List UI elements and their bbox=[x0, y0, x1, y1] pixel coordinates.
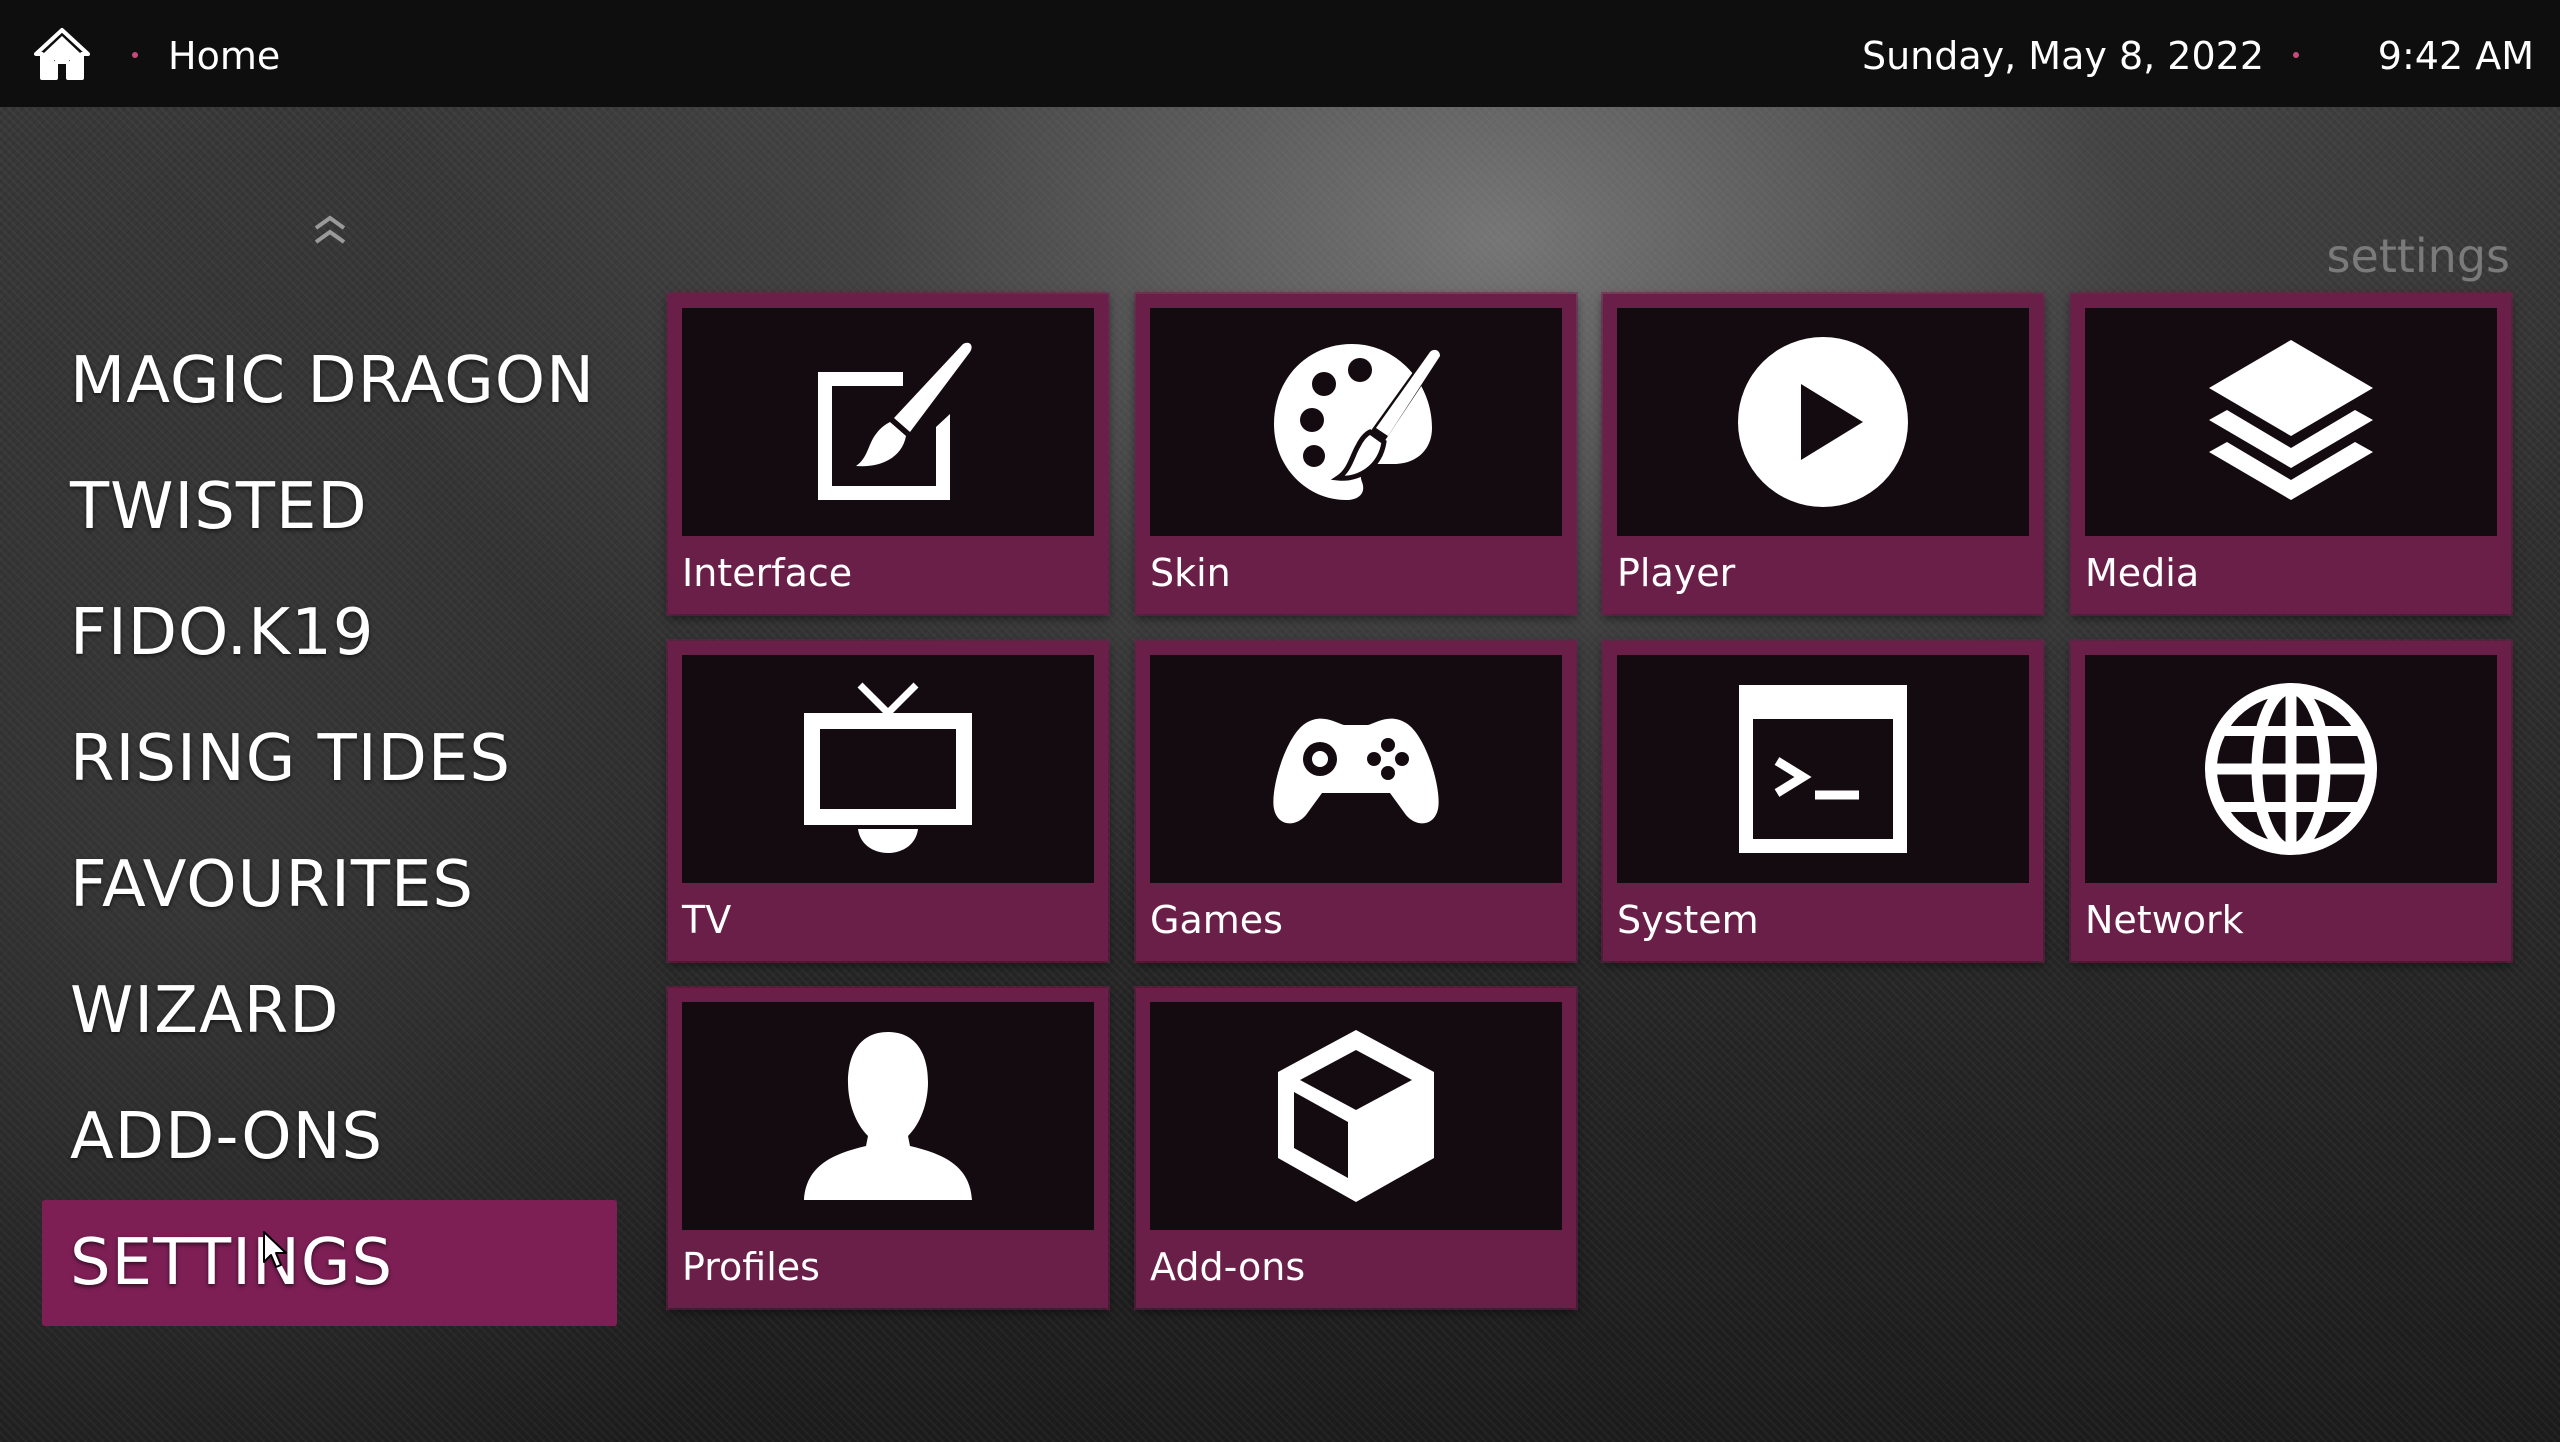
mouse-pointer-icon bbox=[263, 1231, 287, 1268]
tile-skin[interactable]: Skin bbox=[1136, 294, 1576, 614]
globe-icon bbox=[2205, 683, 2377, 855]
tile-network[interactable]: Network bbox=[2071, 641, 2511, 961]
tile-media[interactable]: Media bbox=[2071, 294, 2511, 614]
breadcrumb: Home bbox=[168, 34, 281, 78]
menu-item-fido-k19[interactable]: FIDO.K19 bbox=[42, 570, 617, 696]
tile-label: Profiles bbox=[682, 1245, 820, 1289]
layers-icon bbox=[2209, 340, 2373, 500]
menu-item-twisted[interactable]: TWISTED bbox=[42, 444, 617, 570]
separator-dot bbox=[2293, 52, 2299, 58]
tile-system[interactable]: System bbox=[1603, 641, 2043, 961]
menu-item-magic-dragon[interactable]: MAGIC DRAGON bbox=[42, 318, 617, 444]
top-bar: Home Sunday, May 8, 2022 9:42 AM bbox=[0, 0, 2560, 107]
kodi-home-screen: Home Sunday, May 8, 2022 9:42 AM MAGIC D… bbox=[0, 0, 2560, 1442]
menu-item-settings[interactable]: SETTINGS bbox=[42, 1200, 617, 1326]
user-icon bbox=[804, 1032, 972, 1200]
menu-item-label: ADD-ONS bbox=[70, 1100, 384, 1174]
tile-player[interactable]: Player bbox=[1603, 294, 2043, 614]
date-display: Sunday, May 8, 2022 bbox=[1861, 34, 2264, 78]
tile-icon-area bbox=[682, 655, 1094, 883]
tile-label: TV bbox=[682, 898, 732, 942]
menu-item-wizard[interactable]: WIZARD bbox=[42, 948, 617, 1074]
tile-interface[interactable]: Interface bbox=[668, 294, 1108, 614]
menu-item-label: RISING TIDES bbox=[70, 722, 511, 796]
separator-dot bbox=[132, 52, 138, 58]
tile-icon-area bbox=[1617, 308, 2029, 536]
menu-item-add-ons[interactable]: ADD-ONS bbox=[42, 1074, 617, 1200]
menu-item-favourites[interactable]: FAVOURITES bbox=[42, 822, 617, 948]
tile-profiles[interactable]: Profiles bbox=[668, 988, 1108, 1308]
double-chevron-up-icon[interactable] bbox=[308, 214, 352, 246]
menu-item-rising-tides[interactable]: RISING TIDES bbox=[42, 696, 617, 822]
tile-label: System bbox=[1617, 898, 1759, 942]
paint-canvas-icon bbox=[818, 342, 972, 500]
tile-icon-area bbox=[1150, 308, 1562, 536]
tv-icon bbox=[804, 682, 972, 853]
tile-icon-area bbox=[682, 1002, 1094, 1230]
tile-add-ons[interactable]: Add-ons bbox=[1136, 988, 1576, 1308]
tile-label: Player bbox=[1617, 551, 1736, 595]
tile-label: Network bbox=[2085, 898, 2244, 942]
tile-label: Games bbox=[1150, 898, 1283, 942]
tile-games[interactable]: Games bbox=[1136, 641, 1576, 961]
tile-icon-area bbox=[1150, 655, 1562, 883]
tile-icon-area bbox=[1150, 1002, 1562, 1230]
section-title: settings bbox=[2326, 229, 2510, 283]
terminal-icon bbox=[1739, 685, 1907, 853]
tile-label: Add-ons bbox=[1150, 1245, 1306, 1289]
tile-icon-area bbox=[682, 308, 1094, 536]
menu-item-label: MAGIC DRAGON bbox=[70, 344, 596, 418]
tile-label: Media bbox=[2085, 551, 2200, 595]
gamepad-icon bbox=[1273, 718, 1439, 824]
menu-item-label: WIZARD bbox=[70, 974, 340, 1048]
tile-label: Interface bbox=[682, 551, 853, 595]
box-icon bbox=[1278, 1030, 1434, 1202]
menu-item-label: SETTINGS bbox=[70, 1226, 394, 1300]
palette-icon bbox=[1274, 344, 1440, 500]
play-circle-icon bbox=[1738, 337, 1908, 507]
tile-label: Skin bbox=[1150, 551, 1231, 595]
clock-display: 9:42 AM bbox=[2377, 34, 2534, 78]
tile-icon-area bbox=[2085, 308, 2497, 536]
menu-item-label: FAVOURITES bbox=[70, 848, 474, 922]
tile-tv[interactable]: TV bbox=[668, 641, 1108, 961]
home-icon[interactable] bbox=[34, 26, 90, 82]
tile-icon-area bbox=[1617, 655, 2029, 883]
main-menu: MAGIC DRAGON TWISTED FIDO.K19 RISING TID… bbox=[42, 318, 617, 1326]
menu-item-label: FIDO.K19 bbox=[70, 596, 375, 670]
tile-icon-area bbox=[2085, 655, 2497, 883]
menu-item-label: TWISTED bbox=[70, 470, 368, 544]
